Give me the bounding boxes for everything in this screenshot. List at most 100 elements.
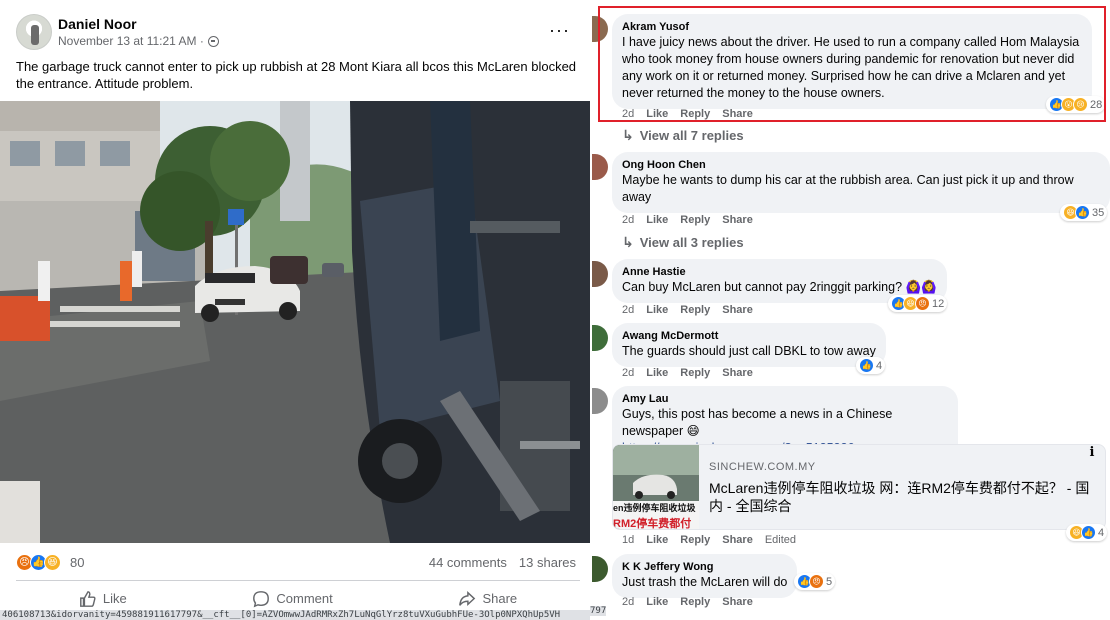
more-options-icon[interactable]: ··· (549, 20, 570, 41)
comment-like-button[interactable]: Like (646, 534, 668, 546)
link-title[interactable]: McLaren违例停车阻收垃圾 网：连RM2停车费都付不起？ - 国内 - 全国… (709, 479, 1099, 515)
like-reaction-icon: 👍 (1075, 205, 1090, 220)
comment-time[interactable]: 2d (622, 596, 634, 608)
comment-text: I have juicy news about the driver. He u… (622, 35, 1080, 100)
link-domain: SINCHEW.COM.MY (709, 461, 816, 473)
reaction-count: 28 (1090, 98, 1103, 111)
reply-arrow-icon: ↳ (622, 234, 634, 250)
view-replies-label: View all 3 replies (639, 235, 744, 250)
post-reaction-icons[interactable]: 😠 👍 😆 (16, 554, 61, 571)
comment-like-button[interactable]: Like (646, 596, 668, 608)
reaction-count: 12 (932, 297, 945, 310)
commenter-avatar[interactable] (592, 16, 608, 42)
facebook-post: Daniel Noor November 13 at 11:21 AM · ··… (0, 0, 592, 620)
comment-actions: 2d Like Reply Share (622, 367, 753, 379)
link-thumbnail: en违例停车阻收垃圾 RM2停车费都付 (613, 445, 699, 530)
post-meta: November 13 at 11:21 AM · (58, 34, 219, 48)
thumbs-up-icon (79, 590, 96, 607)
reply-arrow-icon: ↳ (622, 127, 634, 143)
comment-time[interactable]: 2d (622, 108, 634, 120)
comments-count[interactable]: 44 comments (429, 555, 507, 570)
share-button-label: Share (482, 591, 518, 606)
comment-reactions[interactable]: 😆 👍 35 (1060, 204, 1108, 221)
comment-reactions[interactable]: 👍 😠 5 (794, 573, 836, 590)
comment-share-button[interactable]: Share (722, 304, 753, 316)
reaction-count: 4 (876, 359, 883, 372)
comment-like-button[interactable]: Like (646, 214, 668, 226)
commenter-avatar[interactable] (592, 556, 608, 582)
globe-icon (207, 35, 219, 47)
comment-bubble: Ong Hoon Chen Maybe he wants to dump his… (612, 152, 1110, 213)
haha-reaction-icon: 😆 (44, 554, 61, 571)
commenter-name[interactable]: Awang McDermott (622, 329, 876, 343)
comment-share-button[interactable]: Share (722, 596, 753, 608)
post-reaction-count[interactable]: 80 (70, 555, 84, 570)
comment-reply-button[interactable]: Reply (680, 304, 710, 316)
comment-bubble-icon (253, 590, 270, 607)
view-replies-link[interactable]: ↳ View all 3 replies (622, 234, 744, 251)
commenter-name[interactable]: Ong Hoon Chen (622, 158, 1100, 172)
like-reaction-icon: 👍 (859, 358, 874, 373)
comment-actions: 2d Like Reply Share (622, 304, 753, 316)
angry-reaction-icon: 😠 (809, 574, 824, 589)
comment-time[interactable]: 2d (622, 367, 634, 379)
comment-reactions[interactable]: 👍 4 (856, 357, 886, 374)
comment-reply-button[interactable]: Reply (680, 534, 710, 546)
photo-illustration (0, 101, 592, 543)
view-replies-link[interactable]: ↳ View all 7 replies (622, 127, 744, 144)
comment-reactions[interactable]: 👍 😮 😢 28 (1046, 96, 1106, 113)
like-button[interactable]: Like (67, 584, 139, 614)
post-text: The garbage truck cannot enter to pick u… (16, 59, 577, 91)
comment-reply-button[interactable]: Reply (680, 214, 710, 226)
commenter-avatar[interactable] (592, 261, 608, 287)
comment-text: Maybe he wants to dump his car at the ru… (622, 173, 1074, 204)
like-reaction-icon: 👍 (1081, 525, 1096, 540)
commenter-avatar[interactable] (592, 154, 608, 180)
post-author-name[interactable]: Daniel Noor (58, 16, 137, 32)
comment-edited-label[interactable]: Edited (765, 534, 796, 546)
status-url-suffix: 797 (590, 606, 607, 616)
post-photo[interactable] (0, 101, 592, 543)
comment-reactions[interactable]: 👍 😆 😠 12 (888, 295, 948, 312)
comment-like-button[interactable]: Like (646, 304, 668, 316)
info-icon[interactable]: i (1083, 445, 1101, 463)
comments-panel: Akram Yusof I have juicy news about the … (590, 0, 1110, 620)
browser-status-url: 406108713&idorvanity=459881911617797&__c… (0, 610, 612, 620)
commenter-name[interactable]: Anne Hastie (622, 265, 937, 279)
share-button[interactable]: Share (446, 584, 529, 614)
comment-bubble: K K Jeffery Wong Just trash the McLaren … (612, 554, 798, 598)
angry-reaction-icon: 😠 (915, 296, 930, 311)
commenter-name[interactable]: Akram Yusof (622, 20, 1082, 34)
comment-share-button[interactable]: Share (722, 214, 753, 226)
thumbnail-caption-1: en违例停车阻收垃圾 (613, 503, 696, 513)
post-stats: 44 comments 13 shares (429, 555, 576, 570)
comment-actions: 2d Like Reply Share (622, 108, 753, 120)
comment-time[interactable]: 2d (622, 304, 634, 316)
commenter-name[interactable]: K K Jeffery Wong (622, 560, 787, 574)
commenter-avatar[interactable] (592, 325, 608, 351)
comment-share-button[interactable]: Share (722, 108, 753, 120)
comment-reactions[interactable]: 😆 👍 4 (1066, 524, 1108, 541)
comment-reply-button[interactable]: Reply (680, 367, 710, 379)
link-preview-card[interactable]: en违例停车阻收垃圾 RM2停车费都付 SINCHEW.COM.MY McLar… (612, 444, 1106, 530)
commenter-avatar[interactable] (592, 388, 608, 414)
shares-count[interactable]: 13 shares (519, 555, 576, 570)
thumbnail-caption-2: RM2停车费都付 (613, 518, 692, 530)
comment-button-label: Comment (276, 591, 333, 606)
comment-like-button[interactable]: Like (646, 367, 668, 379)
commenter-name[interactable]: Amy Lau (622, 392, 948, 406)
comment-like-button[interactable]: Like (646, 108, 668, 120)
comment-actions: 2d Like Reply Share (622, 214, 753, 226)
comment-share-button[interactable]: Share (722, 367, 753, 379)
comment-time[interactable]: 1d (622, 534, 634, 546)
comment-actions: 1d Like Reply Share Edited (622, 534, 796, 546)
comment-reply-button[interactable]: Reply (680, 108, 710, 120)
post-timestamp[interactable]: November 13 at 11:21 AM · (58, 34, 204, 48)
comment-time[interactable]: 2d (622, 214, 634, 226)
share-arrow-icon (459, 590, 476, 606)
comment-button[interactable]: Comment (240, 584, 344, 614)
author-avatar[interactable] (16, 14, 52, 50)
comment-share-button[interactable]: Share (722, 534, 753, 546)
reaction-count: 5 (826, 575, 833, 588)
comment-reply-button[interactable]: Reply (680, 596, 710, 608)
